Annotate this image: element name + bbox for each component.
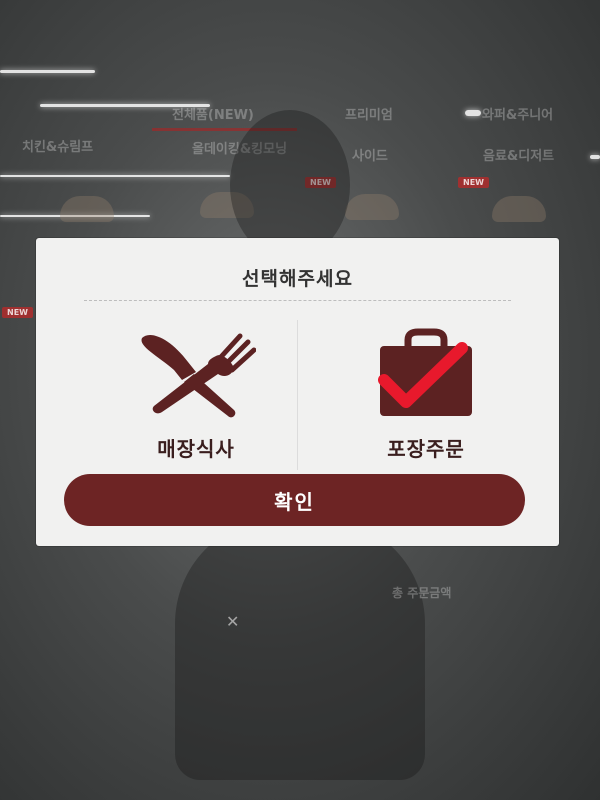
takeout-label: 포장주문	[387, 437, 465, 461]
order-type-dialog: 선택해주세요 매장식사 포장주문 확인	[36, 238, 559, 546]
confirm-button[interactable]: 확인	[64, 474, 525, 526]
bg-tab: 전체품(NEW)	[172, 108, 254, 123]
ceiling-light	[465, 110, 481, 116]
bg-burger-image	[60, 196, 114, 222]
bg-new-badge: NEW	[2, 307, 33, 318]
ceiling-light	[0, 70, 95, 73]
bg-tab: 프리미엄	[345, 108, 393, 123]
ceiling-light	[0, 175, 230, 177]
shopping-bag-icon	[378, 328, 472, 416]
fork-knife-icon	[141, 333, 256, 418]
dashed-divider	[84, 300, 511, 301]
dine-in-option[interactable]: 매장식사	[96, 318, 296, 468]
bg-remove-icon: ✕	[226, 612, 240, 631]
bg-tab: 와퍼&주니어	[482, 108, 554, 123]
bg-summary-label: 총 주문금액	[392, 586, 452, 600]
bg-new-badge: NEW	[458, 177, 489, 188]
takeout-option[interactable]: 포장주문	[326, 318, 526, 468]
ceiling-light	[590, 155, 600, 159]
bg-tab: 치킨&슈림프	[22, 140, 94, 155]
reflection-body	[175, 520, 425, 780]
bg-tab: 음료&디저트	[483, 149, 555, 164]
bg-burger-image	[345, 194, 399, 220]
vertical-divider	[297, 320, 298, 470]
dialog-title: 선택해주세요	[242, 268, 353, 290]
dine-in-label: 매장식사	[157, 437, 235, 461]
bg-tab: 사이드	[352, 149, 388, 164]
bg-burger-image	[492, 196, 546, 222]
